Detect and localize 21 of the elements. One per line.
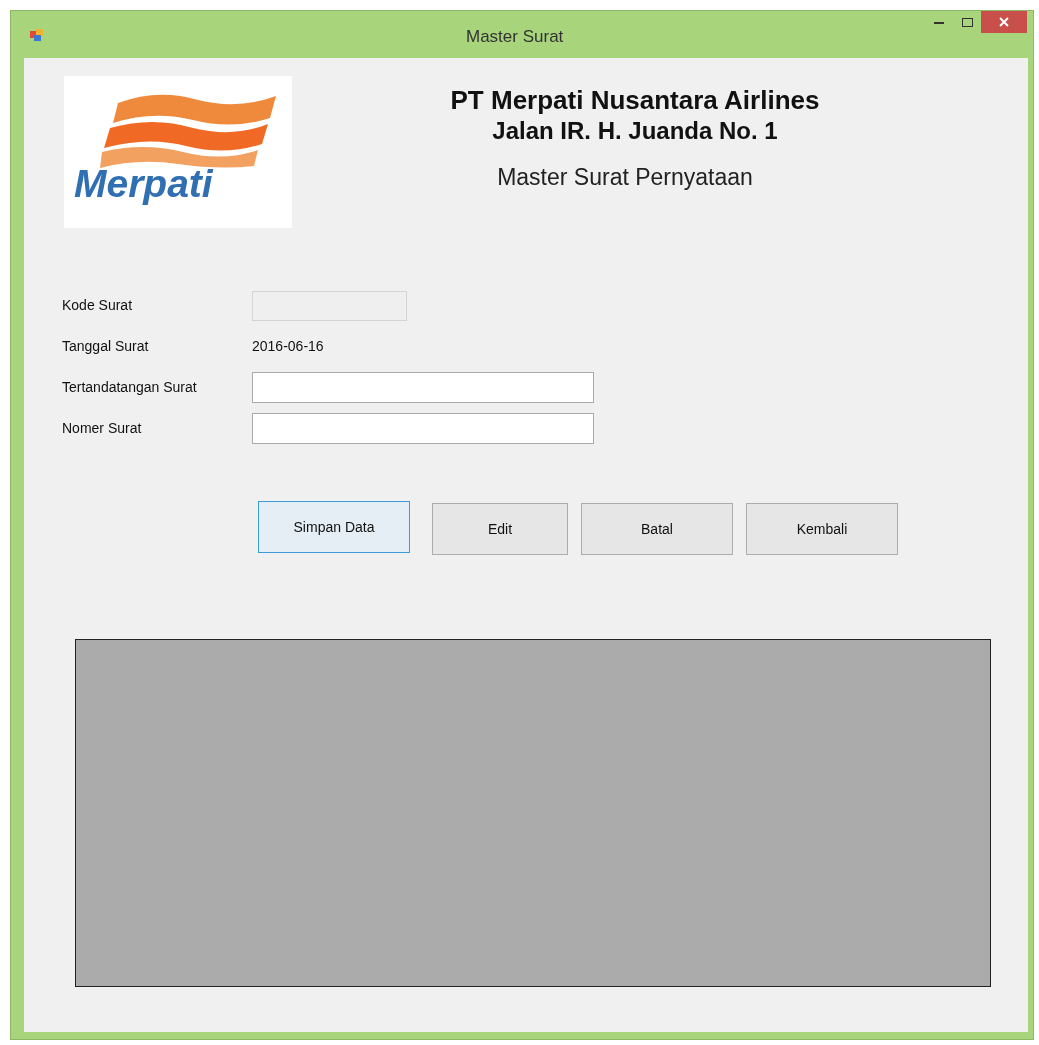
close-icon bbox=[999, 17, 1009, 27]
field-label: Tertandatangan Surat bbox=[62, 378, 198, 397]
field-label: Tanggal Surat bbox=[62, 337, 150, 356]
app-icon bbox=[29, 26, 45, 43]
date-value: 2016-06-16 bbox=[252, 337, 324, 356]
field-label: Nomer Surat bbox=[62, 419, 143, 438]
form-button[interactable]: Batal bbox=[581, 503, 733, 555]
form-button[interactable]: Edit bbox=[432, 503, 568, 555]
close-button[interactable] bbox=[981, 11, 1027, 33]
minimize-icon bbox=[934, 20, 944, 24]
maximize-icon bbox=[961, 17, 973, 27]
company-name: PT Merpati Nusantara Airlines bbox=[450, 84, 820, 116]
input-field[interactable] bbox=[252, 413, 594, 444]
form-button[interactable]: Simpan Data bbox=[258, 501, 410, 553]
window-title: Master Surat bbox=[466, 26, 564, 48]
form-title: Master Surat Pernyataan bbox=[497, 163, 753, 192]
company-address: Jalan IR. H. Juanda No. 1 bbox=[492, 116, 778, 146]
input-field[interactable] bbox=[252, 372, 594, 403]
form-button[interactable]: Kembali bbox=[746, 503, 898, 555]
logo-text: Merpati bbox=[74, 164, 213, 203]
field-label: Kode Surat bbox=[62, 296, 134, 315]
